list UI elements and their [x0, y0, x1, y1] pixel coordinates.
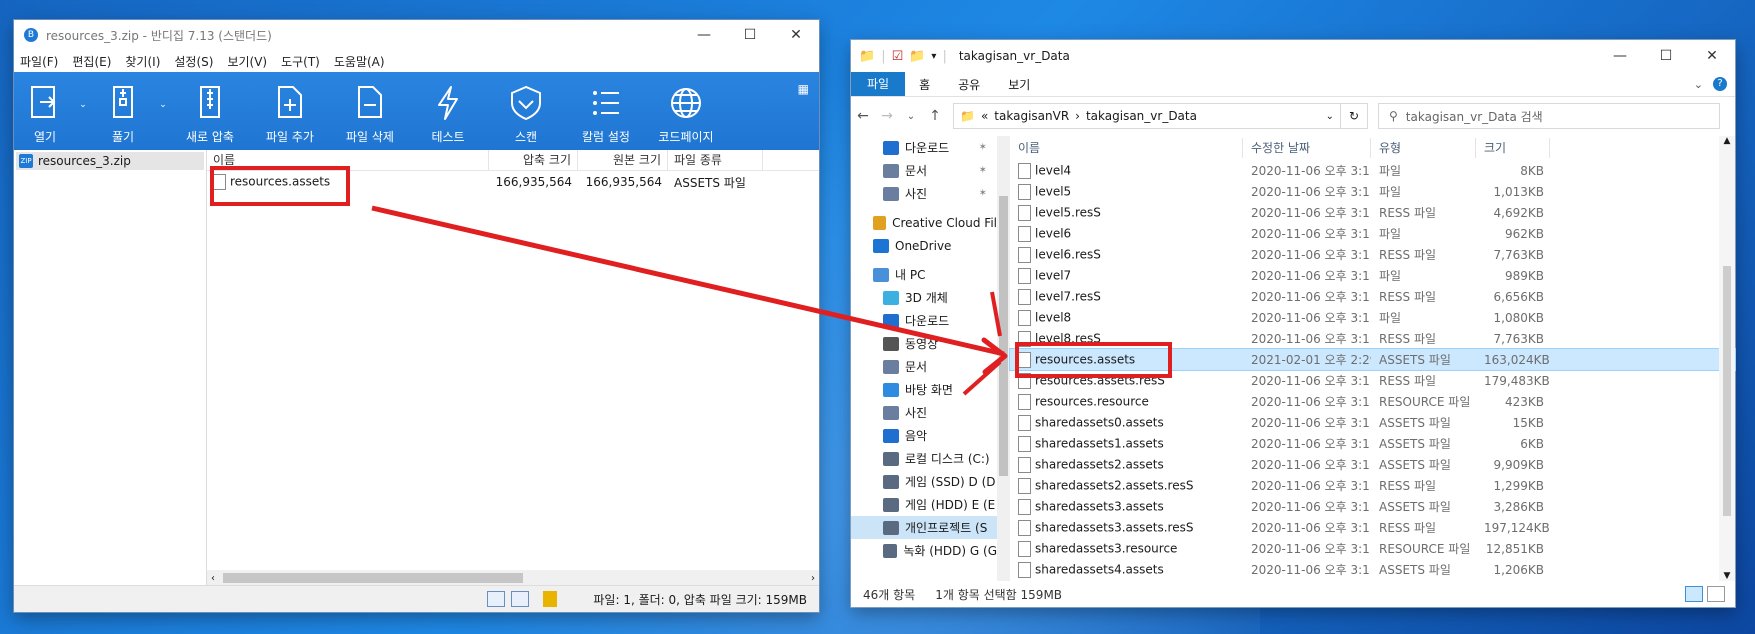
annotation-arrows [371, 205, 1008, 396]
annotation-arrow-line [371, 205, 1005, 357]
annotation-tick-lower [962, 360, 1002, 396]
annotation-tick-upper [990, 291, 1002, 337]
